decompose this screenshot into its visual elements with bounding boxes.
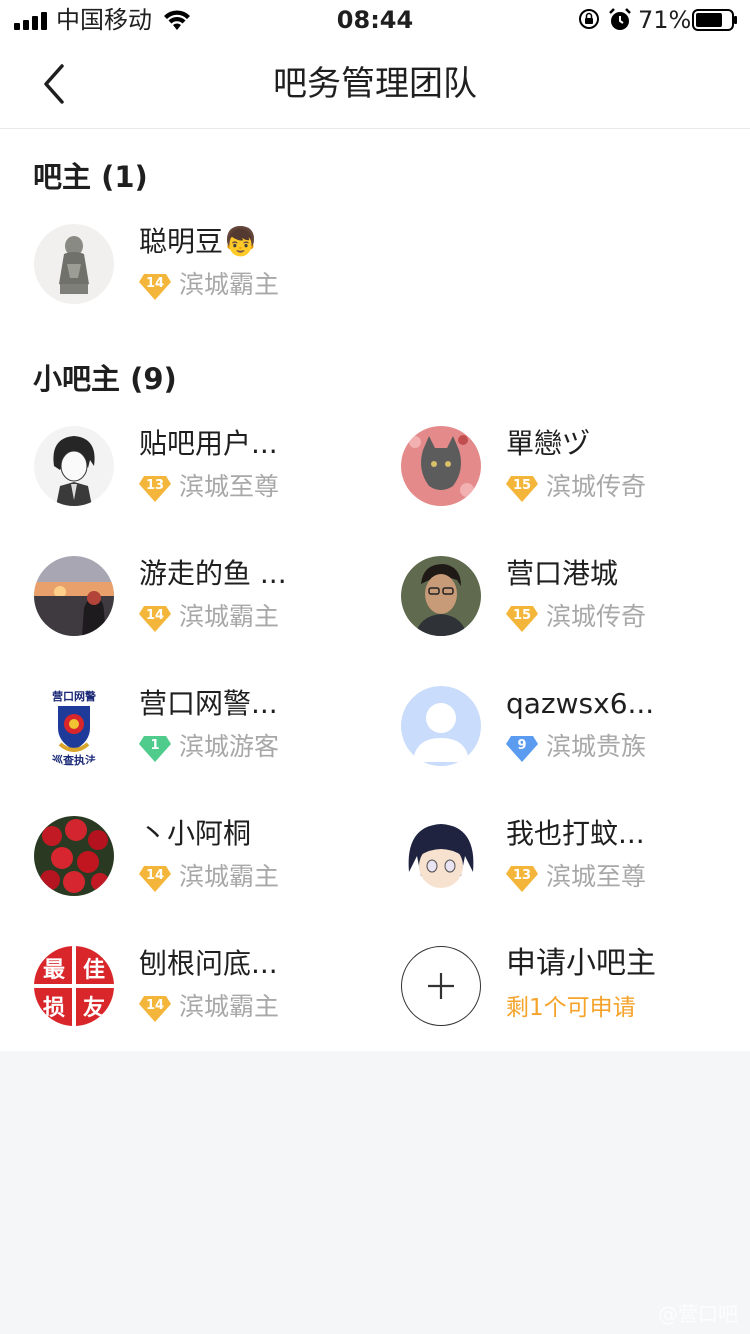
member-title: 滨城传奇 [546,602,647,631]
avatar [34,224,114,304]
level-badge: 15 [505,474,539,504]
avatar [401,816,481,896]
avatar [401,426,481,506]
battery-icon [692,9,737,31]
member-item[interactable]: 营口港城 15 滨城传奇 [401,556,741,638]
level-badge: 14 [138,864,172,894]
plus-icon [428,973,454,999]
member-item[interactable]: 丶小阿桐 14 滨城霸主 [34,816,374,898]
owner-section-title: 吧主 (1) [33,160,148,194]
avatar: 营口网警 巡查执法 [34,686,114,766]
member-title: 滨城霸主 [179,270,280,299]
avatar [401,686,481,766]
nav-bar: 吧务管理团队 [0,40,750,129]
member-name: 丶小阿桐 [139,817,252,850]
member-item[interactable]: 我也打蚊... 13 滨城至尊 [401,816,741,898]
member-title: 滨城贵族 [546,732,647,761]
member-name: 营口港城 [506,557,619,590]
avatar [34,426,114,506]
level-badge: 1 [138,734,172,764]
apply-label: 申请小吧主 [506,946,656,981]
avatar: 最 佳 损 友 [34,946,114,1026]
member-name: 我也打蚊... [506,817,645,850]
watermark: @营口吧 [658,1302,738,1326]
member-title: 滨城霸主 [179,862,280,891]
member-name: 贴吧用户... [139,427,278,460]
member-item[interactable]: 游走的鱼 ... 14 滨城霸主 [34,556,374,638]
member-item[interactable]: 單戀ヅ 15 滨城传奇 [401,426,741,508]
svg-text:巡查执法: 巡查执法 [52,753,96,766]
svg-text:佳: 佳 [83,958,105,983]
member-name: 刨根问底... [139,947,278,980]
level-badge: 15 [505,604,539,634]
level-badge: 9 [505,734,539,764]
level-badge: 14 [138,994,172,1024]
member-item-owner[interactable]: 聪明豆👦 14 滨城霸主 [34,224,374,306]
screen: 中国移动 08:44 71% 吧务管理团队 吧主 (1) 聪明豆👦 14 滨城霸… [0,0,750,1334]
svg-text:友: 友 [83,996,105,1021]
assistant-section-title: 小吧主 (9) [33,362,177,396]
member-name: 营口网警... [139,687,278,720]
avatar [34,556,114,636]
apply-circle[interactable] [401,946,481,1026]
avatar [34,816,114,896]
member-name: 單戀ヅ [506,427,591,460]
rotation-lock-icon [579,9,599,29]
member-name: 游走的鱼 ... [139,557,287,590]
member-title: 滨城至尊 [546,862,647,891]
member-title: 滨城传奇 [546,472,647,501]
page-title: 吧务管理团队 [273,64,477,104]
status-bar: 中国移动 08:44 71% [0,0,750,40]
alarm-icon [609,8,631,30]
svg-text:营口网警: 营口网警 [52,689,96,703]
level-badge: 13 [505,864,539,894]
battery-percent: 71% [638,6,692,34]
member-item[interactable]: 营口网警 巡查执法 营口网警... 1 滨城游客 [34,686,374,768]
svg-text:最: 最 [43,958,66,983]
apply-assistant-button[interactable]: 申请小吧主 剩1个可申请 [401,946,741,1028]
level-badge: 14 [138,272,172,302]
member-name: 聪明豆👦 [139,225,258,258]
member-item[interactable]: 最 佳 损 友 刨根问底... 14 滨城霸主 [34,946,374,1028]
member-name: qazwsx6... [506,687,655,720]
member-title: 滨城至尊 [179,472,280,501]
member-title: 滨城游客 [179,732,280,761]
member-item[interactable]: qazwsx6... 9 滨城贵族 [401,686,741,768]
level-badge: 14 [138,604,172,634]
avatar [401,556,481,636]
member-title: 滨城霸主 [179,992,280,1021]
svg-text:损: 损 [43,996,65,1021]
apply-remaining: 剩1个可申请 [506,995,636,1021]
member-item[interactable]: 贴吧用户... 13 滨城至尊 [34,426,374,508]
member-title: 滨城霸主 [179,602,280,631]
content-panel: 吧主 (1) 聪明豆👦 14 滨城霸主 小吧主 (9) 贴吧用户... 13 滨… [0,129,750,1051]
level-badge: 13 [138,474,172,504]
